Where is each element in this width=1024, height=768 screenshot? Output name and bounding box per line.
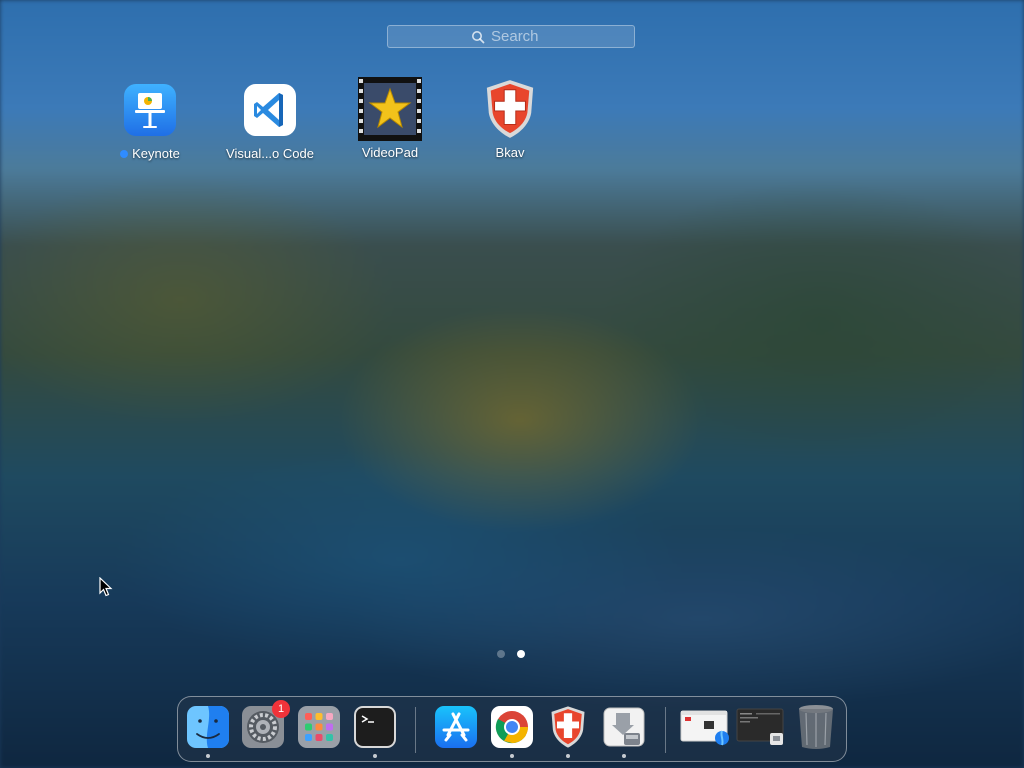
notification-badge: 1 <box>272 700 290 718</box>
app-label: Bkav <box>495 145 525 160</box>
running-indicator <box>622 754 626 758</box>
running-indicator <box>510 754 514 758</box>
installer-icon <box>603 707 645 747</box>
mouse-cursor-icon <box>99 577 113 597</box>
dock-minimized-window-2[interactable] <box>736 705 786 749</box>
dock-terminal[interactable] <box>353 705 397 758</box>
dock-system-preferences[interactable]: 1 <box>241 700 290 749</box>
dock-launchpad[interactable] <box>297 705 341 749</box>
dock-app-store[interactable] <box>434 705 478 749</box>
vscode-icon <box>243 83 297 137</box>
running-indicator <box>206 754 210 758</box>
dock-bkav[interactable] <box>546 705 590 758</box>
dock-separator <box>415 707 416 753</box>
dock-separator <box>665 707 666 753</box>
trash-icon <box>799 705 833 749</box>
bkav-icon <box>551 706 585 748</box>
running-indicator <box>566 754 570 758</box>
app-keynote[interactable]: Keynote <box>95 83 205 163</box>
search-icon <box>472 30 485 43</box>
bkav-icon <box>483 77 537 141</box>
search-input[interactable] <box>491 28 551 45</box>
app-label: VideoPad <box>361 145 419 160</box>
terminal-icon <box>354 706 396 748</box>
minimized-window-icon <box>736 708 784 745</box>
app-visual-studio-code[interactable]: Visual...o Code <box>215 83 325 163</box>
page-dot-1[interactable] <box>497 650 505 658</box>
running-indicator <box>373 754 377 758</box>
page-dot-2[interactable] <box>517 650 525 658</box>
finder-icon <box>187 706 229 748</box>
keynote-icon <box>123 83 177 137</box>
new-app-dot <box>120 149 129 158</box>
app-label: Keynote <box>132 146 180 161</box>
dock-chrome[interactable] <box>490 705 534 758</box>
dock-finder[interactable] <box>186 705 230 758</box>
search-field[interactable] <box>387 25 635 48</box>
dock-installer[interactable] <box>602 705 646 758</box>
videopad-icon <box>358 77 422 141</box>
dock: 1 <box>177 696 847 762</box>
minimized-window-icon <box>680 710 729 746</box>
chrome-icon <box>491 706 533 748</box>
app-label: Visual...o Code <box>226 146 314 161</box>
app-videopad[interactable]: VideoPad <box>335 77 445 162</box>
dock-minimized-window-1[interactable] <box>680 705 730 749</box>
launchpad-icon <box>298 706 340 748</box>
app-bkav[interactable]: Bkav <box>455 77 565 162</box>
app-store-icon <box>435 706 477 748</box>
dock-trash[interactable] <box>794 705 838 749</box>
